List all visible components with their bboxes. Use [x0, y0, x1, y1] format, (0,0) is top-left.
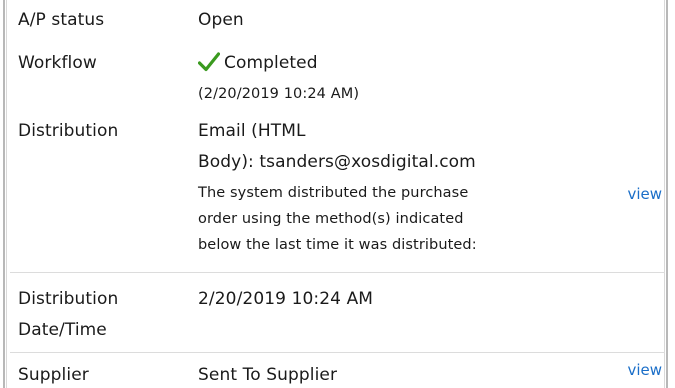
distribution-note-line2: order using the method(s) indicated: [198, 211, 464, 227]
distribution-datetime-label-line2: Date/Time: [18, 320, 107, 340]
row-divider: [10, 272, 665, 273]
workflow-label: Workflow: [18, 53, 97, 73]
supplier-value: Sent To Supplier: [198, 365, 338, 385]
distribution-note-line3: below the last time it was distributed:: [198, 237, 477, 253]
distribution-method-line1: Email (HTML: [198, 121, 306, 141]
ap-status-label: A/P status: [18, 10, 105, 30]
workflow-status-text: Completed: [224, 53, 318, 73]
supplier-view-link[interactable]: view: [627, 361, 662, 379]
supplier-label: Supplier: [18, 365, 89, 385]
distribution-view-link[interactable]: view: [627, 185, 662, 203]
workflow-value: Completed: [197, 47, 318, 83]
row-divider: [10, 352, 665, 353]
distribution-note-line1: The system distributed the purchase: [198, 185, 469, 201]
ap-status-value: Open: [198, 10, 244, 30]
distribution-label: Distribution: [18, 121, 119, 141]
workflow-timestamp: (2/20/2019 10:24 AM): [198, 86, 360, 102]
distribution-datetime-value: 2/20/2019 10:24 AM: [198, 289, 374, 309]
distribution-method-line2: Body): tsanders@xosdigital.com: [198, 152, 476, 172]
distribution-datetime-label-line1: Distribution: [18, 289, 119, 309]
checkmark-icon: [197, 51, 221, 83]
